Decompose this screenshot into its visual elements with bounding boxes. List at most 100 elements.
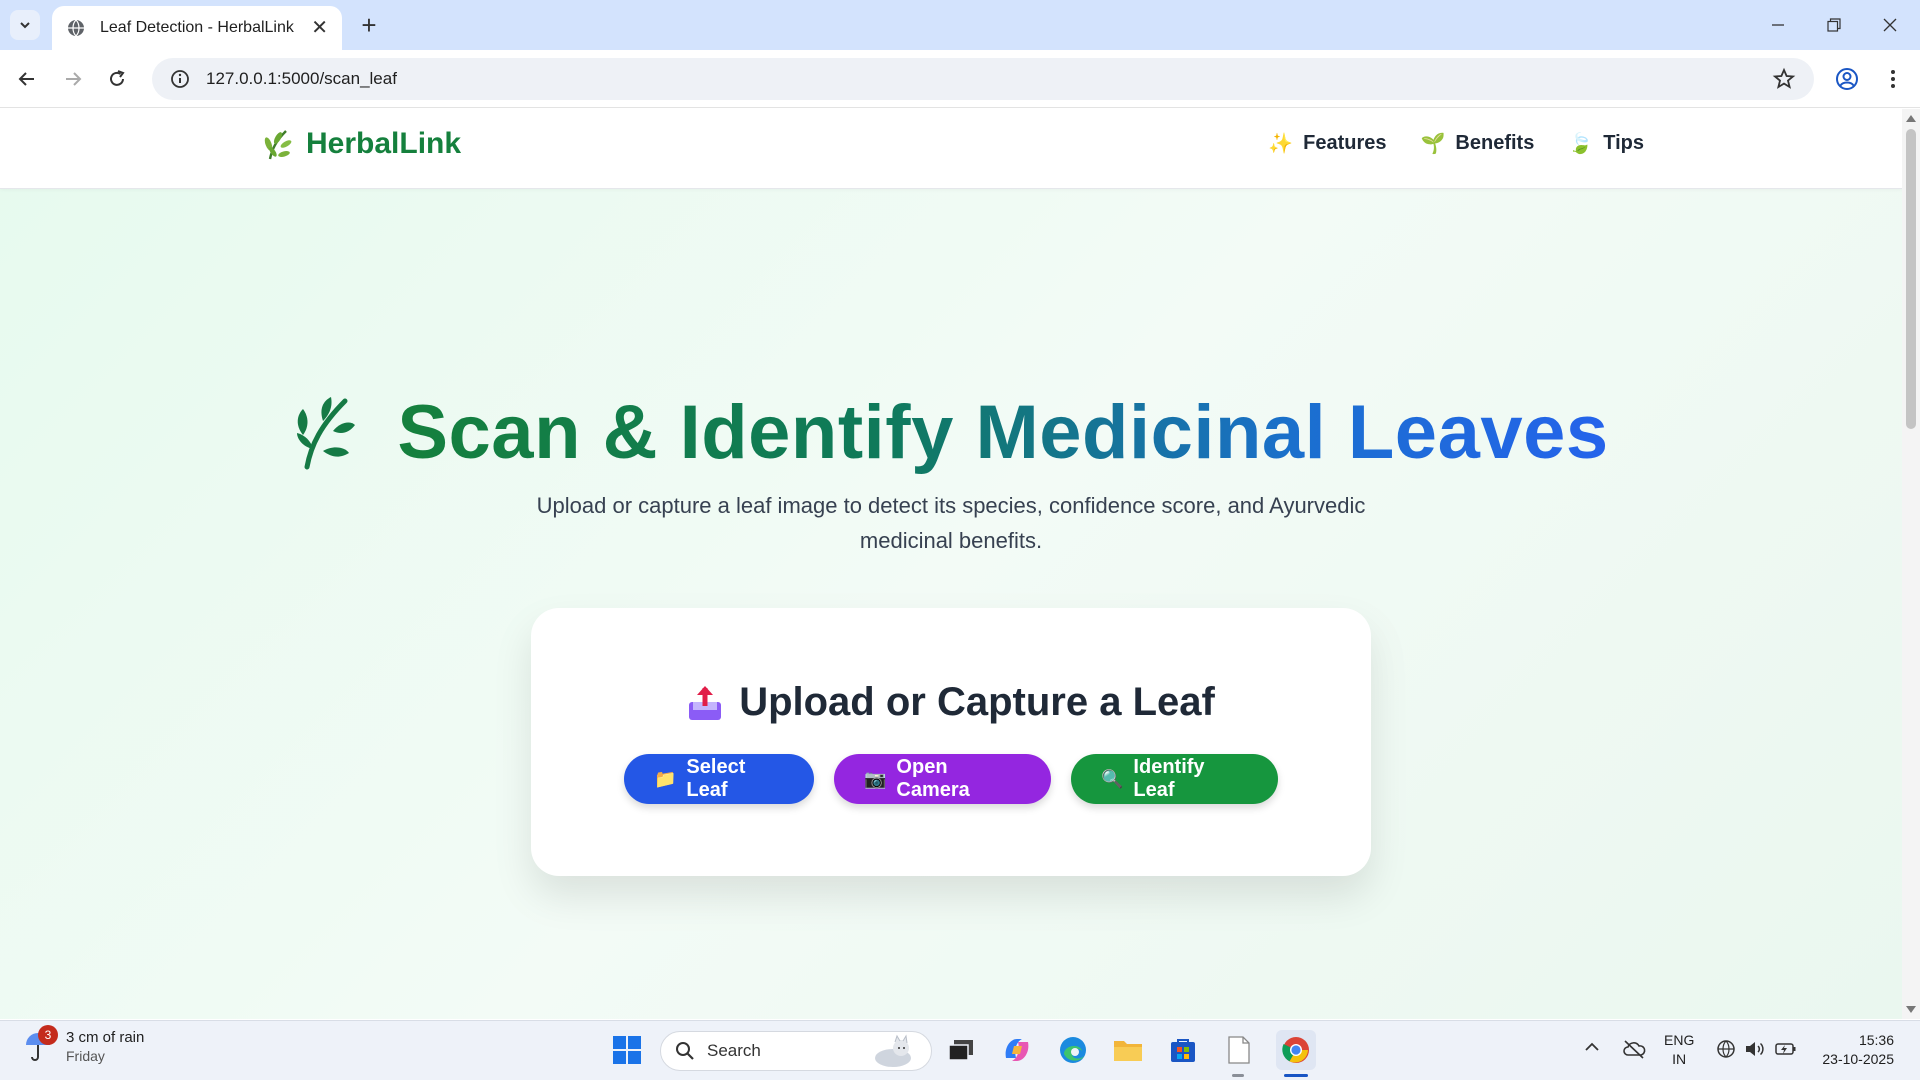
network-status[interactable] xyxy=(1716,1039,1736,1064)
browser-menu-button[interactable] xyxy=(1876,62,1910,96)
restore-icon xyxy=(1827,18,1841,32)
volume-status[interactable] xyxy=(1744,1039,1766,1064)
upload-actions: 📁 Select Leaf 📷 Open Camera 🔍 Identify L… xyxy=(531,754,1371,804)
hero-title-row: Scan & Identify Medicinal Leaves xyxy=(293,389,1608,476)
open-camera-button[interactable]: 📷 Open Camera xyxy=(834,754,1051,804)
store-button[interactable] xyxy=(1166,1033,1200,1067)
herb-leaf-icon xyxy=(297,396,356,469)
hero-section: Scan & Identify Medicinal Leaves Upload … xyxy=(0,389,1902,558)
edge-button[interactable] xyxy=(1056,1033,1090,1067)
weather-day: Friday xyxy=(66,1048,105,1064)
seedling-icon: 🌱 xyxy=(1420,133,1446,155)
copilot-button[interactable] xyxy=(1000,1033,1034,1067)
select-leaf-label: Select Leaf xyxy=(686,756,746,801)
page-scrollbar[interactable] xyxy=(1902,109,1920,1019)
taskbar-search[interactable]: Search xyxy=(660,1031,932,1071)
nav-benefits[interactable]: 🌱 Benefits xyxy=(1421,131,1535,156)
restore-button[interactable] xyxy=(1806,0,1862,50)
weather-text: 3 cm of rain xyxy=(66,1029,145,1046)
speaker-icon xyxy=(1746,1042,1764,1056)
minimize-icon xyxy=(1772,24,1784,26)
onedrive-status[interactable] xyxy=(1622,1039,1646,1064)
url-text[interactable]: 127.0.0.1:5000/scan_leaf xyxy=(206,69,1772,89)
tab-search-button[interactable] xyxy=(10,10,40,40)
copilot-icon xyxy=(1005,1039,1029,1061)
outbox-tray-icon xyxy=(689,685,722,720)
document-icon xyxy=(1228,1036,1250,1064)
minimize-button[interactable] xyxy=(1750,0,1806,50)
windows-logo-icon xyxy=(613,1036,641,1064)
scroll-up-arrow[interactable] xyxy=(1906,115,1916,122)
task-view-button[interactable] xyxy=(944,1033,978,1067)
cloud-off-icon xyxy=(1623,1040,1646,1059)
region-code: IN xyxy=(1672,1051,1687,1067)
more-vertical-icon xyxy=(1891,70,1895,88)
page-title: Scan & Identify Medicinal Leaves xyxy=(397,390,1609,475)
system-clock[interactable]: 15:36 23-10-2025 xyxy=(1812,1031,1894,1069)
camera-icon: 📷 xyxy=(864,768,887,789)
leaf-icon: 🍃 xyxy=(1568,133,1594,155)
battery-status[interactable] xyxy=(1774,1039,1798,1064)
weather-widget[interactable]: 3 3 cm of rain Friday xyxy=(24,1024,145,1064)
taskbar-search-label: Search xyxy=(707,1041,761,1060)
bookmark-star-icon[interactable] xyxy=(1772,67,1796,91)
edge-icon xyxy=(1060,1037,1086,1063)
file-explorer-button[interactable] xyxy=(1111,1033,1145,1067)
notepad-button[interactable] xyxy=(1222,1033,1256,1067)
site-info-icon[interactable] xyxy=(170,69,190,89)
select-leaf-button[interactable]: 📁 Select Leaf xyxy=(624,754,814,804)
notepad-running-indicator xyxy=(1232,1074,1244,1077)
site-nav: ✨ Features 🌱 Benefits 🍃 Tips xyxy=(1268,131,1644,156)
arrow-right-icon xyxy=(66,72,82,86)
nav-features-label: Features xyxy=(1303,132,1387,154)
start-button[interactable] xyxy=(610,1033,644,1067)
nav-tips[interactable]: 🍃 Tips xyxy=(1568,131,1644,156)
forward-button[interactable] xyxy=(56,62,90,96)
identify-leaf-label: Identify Leaf xyxy=(1133,756,1205,801)
browser-tab-active[interactable]: Leaf Detection - HerbalLink ✕ xyxy=(52,6,342,50)
address-bar[interactable]: 127.0.0.1:5000/scan_leaf xyxy=(152,58,1814,100)
clock-time: 15:36 xyxy=(1858,1032,1894,1048)
chrome-active-indicator xyxy=(1284,1074,1308,1077)
brand-logo[interactable]: HerbalLink xyxy=(264,127,461,161)
site-header: HerbalLink ✨ Features 🌱 Benefits 🍃 Tips xyxy=(0,109,1902,189)
search-icon xyxy=(676,1042,694,1060)
globe-icon xyxy=(68,19,84,37)
identify-leaf-button[interactable]: 🔍 Identify Leaf xyxy=(1071,754,1278,804)
brand-name: HerbalLink xyxy=(306,127,462,160)
browser-toolbar: 127.0.0.1:5000/scan_leaf xyxy=(0,50,1920,108)
clock-date: 23-10-2025 xyxy=(1822,1051,1894,1067)
umbrella-icon: 3 xyxy=(24,1024,58,1063)
new-tab-button[interactable]: + xyxy=(354,10,384,40)
browser-tab-bar: Leaf Detection - HerbalLink ✕ + xyxy=(0,0,1920,50)
nav-features[interactable]: ✨ Features xyxy=(1268,131,1386,156)
scrollbar-thumb[interactable] xyxy=(1906,129,1916,429)
upload-card: Upload or Capture a Leaf 📁 Select Leaf 📷… xyxy=(531,608,1371,876)
reload-button[interactable] xyxy=(100,62,134,96)
chevron-down-icon xyxy=(20,22,30,29)
taskbar: 3 3 cm of rain Friday Search ENG IN 15:3… xyxy=(0,1020,1920,1080)
open-camera-label: Open Camera xyxy=(896,756,970,801)
back-button[interactable] xyxy=(10,62,44,96)
close-tab-icon[interactable]: ✕ xyxy=(311,18,328,38)
upload-card-title: Upload or Capture a Leaf xyxy=(739,680,1215,724)
chrome-icon xyxy=(1282,1037,1309,1063)
arrow-left-icon xyxy=(18,72,34,86)
store-icon xyxy=(1171,1039,1195,1062)
sparkles-icon: ✨ xyxy=(1268,133,1294,155)
magnifier-icon: 🔍 xyxy=(1101,768,1124,789)
reload-icon xyxy=(110,70,125,86)
nav-tips-label: Tips xyxy=(1603,132,1644,154)
page-subtitle: Upload or capture a leaf image to detect… xyxy=(536,493,1366,553)
language-indicator[interactable]: ENG IN xyxy=(1664,1031,1694,1069)
nav-benefits-label: Benefits xyxy=(1455,132,1535,154)
chrome-button[interactable] xyxy=(1276,1030,1316,1070)
scroll-down-arrow[interactable] xyxy=(1906,1006,1916,1013)
tab-title: Leaf Detection - HerbalLink xyxy=(100,19,294,36)
battery-charging-icon xyxy=(1775,1043,1796,1055)
language-code: ENG xyxy=(1664,1032,1695,1048)
show-hidden-icons-button[interactable] xyxy=(1584,1039,1600,1060)
close-window-button[interactable] xyxy=(1862,0,1918,50)
profile-button[interactable] xyxy=(1830,62,1864,96)
task-view-icon xyxy=(948,1040,973,1061)
